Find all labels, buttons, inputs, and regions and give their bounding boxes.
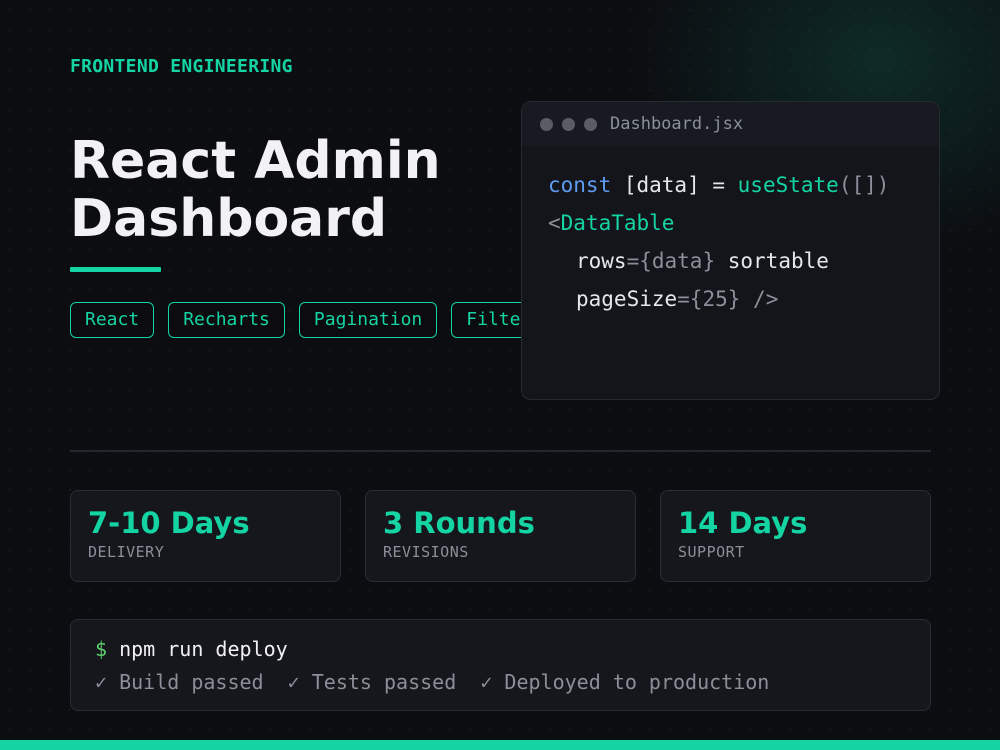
stat-card-delivery: 7-10 Days DELIVERY: [70, 490, 341, 582]
stat-label: REVISIONS: [383, 543, 469, 561]
code-filename: Dashboard.jsx: [610, 114, 744, 134]
code-punctuation: />: [740, 287, 779, 311]
result-build: ✓ Build passed: [95, 670, 264, 694]
code-attribute: rows: [576, 249, 627, 273]
code-text: [data] =: [611, 173, 738, 197]
window-dot-icon: [540, 117, 553, 131]
code-punctuation: ([]): [838, 173, 890, 197]
stat-label: DELIVERY: [88, 543, 165, 561]
code-keyword: const: [548, 173, 612, 197]
tag-recharts: Recharts: [168, 302, 285, 338]
code-value: data: [651, 249, 703, 273]
code-value: 25: [702, 287, 728, 311]
code-punctuation: ={: [677, 287, 703, 311]
window-dot-icon: [584, 117, 597, 131]
code-text: sortable: [715, 249, 829, 273]
stat-value: 3 Rounds: [383, 506, 535, 540]
terminal-panel: $ npm run deploy ✓ Build passed ✓ Tests …: [70, 619, 931, 711]
stat-label: SUPPORT: [678, 543, 745, 561]
code-body: const [data] = useState([]) <DataTable r…: [522, 146, 939, 318]
terminal-command-line: $ npm run deploy: [95, 634, 930, 664]
code-line: rows={data} sortable: [548, 242, 939, 280]
code-component: DataTable: [560, 211, 675, 235]
stat-value: 7-10 Days: [88, 506, 250, 540]
eyebrow-label: FRONTEND ENGINEERING: [70, 56, 293, 77]
title-line-2: Dashboard: [70, 189, 388, 249]
code-punctuation: }: [702, 249, 716, 273]
code-line: pageSize={25} />: [548, 280, 939, 318]
code-punctuation: <: [548, 211, 561, 235]
tech-tags: React Recharts Pagination Filters: [70, 302, 558, 338]
code-punctuation: }: [727, 287, 741, 311]
title-underline: [70, 267, 161, 272]
code-window-titlebar: Dashboard.jsx: [522, 102, 939, 146]
code-attribute: pageSize: [576, 287, 678, 311]
tag-pagination: Pagination: [298, 302, 438, 338]
terminal-prompt: $: [95, 637, 108, 661]
code-window: Dashboard.jsx const [data] = useState([]…: [521, 101, 940, 400]
result-tests: ✓ Tests passed: [287, 670, 457, 694]
stat-card-revisions: 3 Rounds REVISIONS: [365, 490, 636, 582]
tag-react: React: [70, 302, 155, 338]
code-function: useState: [737, 173, 839, 197]
page-title: React Admin Dashboard: [70, 132, 441, 248]
code-punctuation: ={: [626, 249, 652, 273]
section-divider: [70, 450, 931, 452]
bottom-accent-bar: [0, 740, 1000, 750]
stat-value: 14 Days: [678, 506, 808, 540]
title-line-1: React Admin: [70, 131, 441, 191]
window-dot-icon: [562, 117, 575, 131]
code-line: <DataTable: [548, 204, 939, 242]
stats-row: 7-10 Days DELIVERY 3 Rounds REVISIONS 14…: [70, 490, 931, 582]
code-line: const [data] = useState([]): [548, 166, 939, 204]
result-deploy: ✓ Deployed to production: [480, 670, 770, 694]
stat-card-support: 14 Days SUPPORT: [660, 490, 931, 582]
terminal-results: ✓ Build passed ✓ Tests passed ✓ Deployed…: [95, 664, 930, 700]
terminal-command: npm run deploy: [119, 637, 288, 661]
